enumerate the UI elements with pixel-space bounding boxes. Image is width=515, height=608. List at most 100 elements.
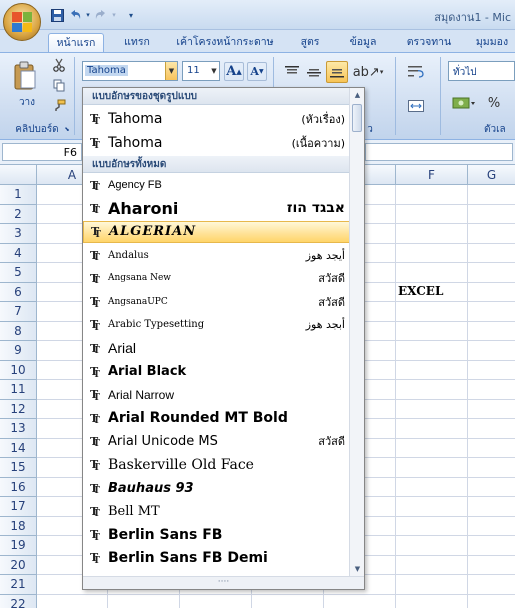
truetype-icon: TT xyxy=(90,318,100,333)
font-name-combobox[interactable]: Tahoma ▼ xyxy=(82,61,178,81)
paste-button[interactable] xyxy=(8,57,42,95)
font-list-item[interactable]: T T Arabic Typesetting أبجد هوز xyxy=(83,314,351,336)
number-format-combobox[interactable]: ทั่วไป xyxy=(448,61,515,81)
row-header[interactable]: 17 xyxy=(0,497,37,517)
shrink-font-icon[interactable]: A ▼ xyxy=(247,62,267,81)
font-list-item[interactable]: T T Angsana New สวัสดี xyxy=(83,267,351,289)
row-header[interactable]: 15 xyxy=(0,458,37,478)
font-size-combobox[interactable]: 11 ▼ xyxy=(182,61,220,81)
cell-f6[interactable]: EXCEL xyxy=(398,284,443,298)
font-list-item[interactable]: T T Arial xyxy=(83,337,351,359)
clipboard-launcher-icon[interactable]: ⬊ xyxy=(63,125,71,133)
row-header[interactable]: 2 xyxy=(0,204,37,224)
cut-icon[interactable] xyxy=(50,57,68,73)
merge-center-icon[interactable] xyxy=(404,97,428,115)
theme-font-body-item[interactable]: TT Tahoma (เนื้อความ) xyxy=(83,131,351,154)
row-header[interactable]: 6 xyxy=(0,282,37,302)
wrap-text-icon[interactable] xyxy=(404,63,428,81)
font-list-item[interactable]: T T Arial Narrow xyxy=(83,384,351,406)
theme-font-heading-item[interactable]: TT Tahoma (หัวเรื่อง) xyxy=(83,107,351,130)
truetype-icon: TT xyxy=(90,388,100,403)
dropdown-resize-grip[interactable]: ···· xyxy=(83,576,364,589)
font-dropdown-list[interactable]: แบบอักษรของชุดรูปแบบ TT Tahoma (หัวเรื่อ… xyxy=(82,87,365,590)
office-logo-icon xyxy=(12,12,32,32)
scroll-thumb[interactable] xyxy=(352,104,362,132)
font-list-item[interactable]: T T ALGERIAN xyxy=(83,220,351,243)
font-item-name: Tahoma xyxy=(108,134,163,151)
font-list-item[interactable]: T T Arial Unicode MS สวัสดี xyxy=(83,430,351,452)
font-size-dropdown-icon[interactable]: ▼ xyxy=(209,62,219,80)
redo-icon[interactable] xyxy=(92,6,110,24)
font-item-name: Berlin Sans FB Demi xyxy=(108,549,268,566)
quick-access-toolbar: ▾ ▾ ▾ xyxy=(48,6,138,24)
row-header[interactable]: 5 xyxy=(0,263,37,283)
format-painter-icon[interactable] xyxy=(50,97,68,113)
tab-view[interactable]: มุมมอง xyxy=(466,33,515,52)
tab-formulas[interactable]: สูตร xyxy=(290,33,330,52)
row-header[interactable]: 10 xyxy=(0,360,37,380)
font-item-name: AngsanaUPC xyxy=(108,296,168,307)
font-list-item[interactable]: T T Agency FB xyxy=(83,174,351,196)
select-all-corner[interactable] xyxy=(0,165,37,185)
dropdown-scrollbar[interactable]: ▲ ▼ xyxy=(349,88,364,577)
row-header[interactable]: 4 xyxy=(0,243,37,263)
row-header[interactable]: 21 xyxy=(0,575,37,595)
formula-input[interactable] xyxy=(365,143,513,161)
number-group-label: ตัวเล xyxy=(484,124,506,135)
truetype-icon: TT xyxy=(91,225,101,240)
office-button[interactable] xyxy=(3,3,41,41)
font-list-item[interactable]: T T Baskerville Old Face xyxy=(83,454,351,476)
font-item-name: Arial Black xyxy=(108,364,187,380)
redo-dropdown-icon[interactable]: ▾ xyxy=(110,6,118,24)
row-header[interactable]: 20 xyxy=(0,555,37,575)
row-header[interactable]: 12 xyxy=(0,399,37,419)
column-header-f[interactable]: F xyxy=(396,165,468,185)
align-middle-icon[interactable] xyxy=(304,63,324,81)
font-list-item[interactable]: T T AngsanaUPC สวัสดี xyxy=(83,291,351,313)
font-list-item[interactable]: T T Andalus أيجد هوز xyxy=(83,244,351,266)
tab-page-layout[interactable]: เค้าโครงหน้ากระดาษ xyxy=(166,33,284,52)
font-list-item[interactable]: T T Arial Black xyxy=(83,360,351,382)
font-name-dropdown-icon[interactable]: ▼ xyxy=(165,62,177,80)
column-header-g[interactable]: G xyxy=(468,165,515,185)
font-list-item[interactable]: T T Aharoni אבגד הוז xyxy=(83,197,351,219)
title-bar: ▾ ▾ ▾ สมุดงาน1 - Mic xyxy=(0,0,515,30)
align-top-icon[interactable] xyxy=(282,63,302,81)
row-header[interactable]: 18 xyxy=(0,516,37,536)
row-header[interactable]: 7 xyxy=(0,302,37,322)
customize-qat-icon[interactable]: ▾ xyxy=(124,6,138,24)
tab-insert[interactable]: แทรก xyxy=(112,33,162,52)
column-gridline xyxy=(395,185,396,608)
row-header[interactable]: 1 xyxy=(0,185,37,205)
undo-icon[interactable] xyxy=(66,6,84,24)
row-header[interactable]: 19 xyxy=(0,536,37,556)
font-list-item[interactable]: T T Bauhaus 93 xyxy=(83,477,351,499)
percent-style-icon[interactable]: % xyxy=(484,93,504,113)
tab-home[interactable]: หน้าแรก xyxy=(48,33,104,52)
copy-icon[interactable] xyxy=(50,77,68,93)
font-list-item[interactable]: T T Arial Rounded MT Bold xyxy=(83,407,351,429)
orientation-icon[interactable]: ab↗ ▾ xyxy=(353,61,384,83)
row-header[interactable]: 16 xyxy=(0,477,37,497)
tab-data[interactable]: ข้อมูล xyxy=(338,33,388,52)
row-header[interactable]: 8 xyxy=(0,321,37,341)
row-header[interactable]: 11 xyxy=(0,380,37,400)
group-separator xyxy=(74,57,75,135)
accounting-format-icon[interactable] xyxy=(448,93,480,113)
font-list-item[interactable]: T T Berlin Sans FB Demi xyxy=(83,547,351,569)
row-header[interactable]: 3 xyxy=(0,224,37,244)
grow-font-icon[interactable]: A ▲ xyxy=(224,62,244,81)
font-list-item[interactable]: T T Berlin Sans FB xyxy=(83,524,351,546)
row-header[interactable]: 22 xyxy=(0,594,37,608)
row-header[interactable]: 14 xyxy=(0,438,37,458)
align-bottom-icon[interactable] xyxy=(326,61,348,83)
row-header[interactable]: 9 xyxy=(0,341,37,361)
scroll-down-icon[interactable]: ▼ xyxy=(350,562,364,577)
save-icon[interactable] xyxy=(48,6,66,24)
undo-dropdown-icon[interactable]: ▾ xyxy=(84,6,92,24)
tab-review[interactable]: ตรวจทาน xyxy=(400,33,458,52)
name-box[interactable]: F6 xyxy=(2,143,82,161)
row-header[interactable]: 13 xyxy=(0,419,37,439)
font-list-item[interactable]: T T Bell MT xyxy=(83,500,351,522)
scroll-up-icon[interactable]: ▲ xyxy=(350,88,364,103)
